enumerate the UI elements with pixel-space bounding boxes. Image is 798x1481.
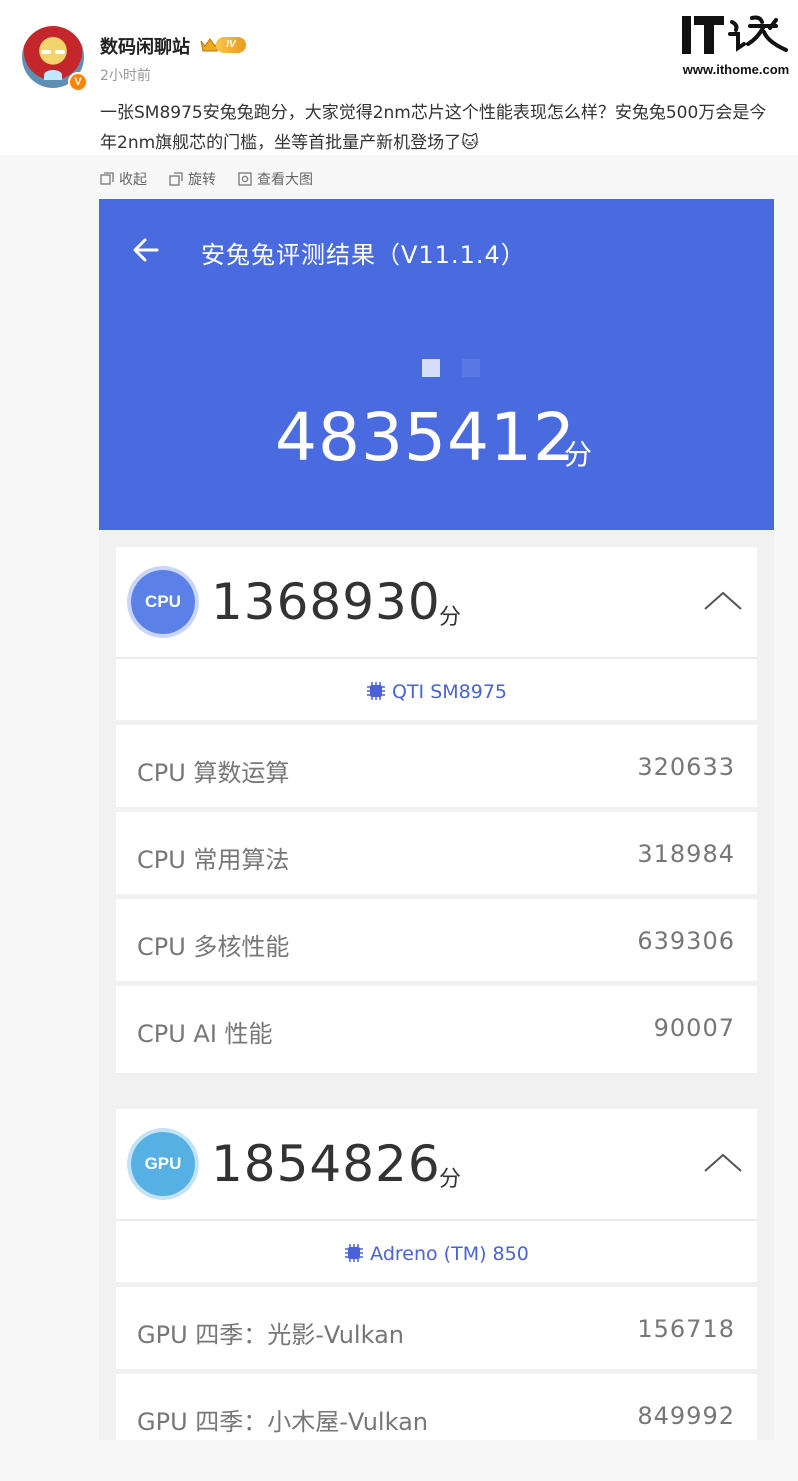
ithome-url: www.ithome.com [682,62,790,77]
page-indicator-active [422,359,440,377]
username[interactable]: 数码闲聊站 [100,33,190,59]
cpu-card-header[interactable]: CPU 1368930 分 [116,547,757,659]
back-arrow-icon[interactable] [131,235,161,265]
row-value: 90007 [653,1014,735,1042]
gpu-card-header[interactable]: GPU 1854826 分 [116,1109,757,1221]
avatar-eye [55,50,65,54]
total-score-unit: 分 [564,438,593,471]
row-value: 156718 [637,1315,735,1343]
row-label: CPU 算数运算 [137,759,290,787]
chip-icon [366,682,385,700]
rotate-icon [169,172,183,186]
cpu-row: CPU AI 性能 90007 [116,986,757,1073]
cpu-row: CPU 常用算法 318984 [116,812,757,899]
image-toolbar: 收起 旋转 查看大图 [100,168,313,190]
view-large-label: 查看大图 [257,172,313,188]
row-label: CPU 多核性能 [137,933,290,961]
cpu-card: CPU 1368930 分 QTI SM8975 CPU 算数运算 320633… [116,547,757,1073]
verified-badge: V [68,72,88,92]
row-value: 318984 [637,840,735,868]
rotate-button[interactable]: 旋转 [169,168,216,190]
chip-icon [345,1244,364,1262]
total-score: 4835412 [275,399,576,476]
cpu-chip-row: QTI SM8975 [116,659,757,725]
cpu-score: 1368930 [211,573,441,631]
benchmark-screenshot: 安兔兔评测结果（V11.1.4） 4835412 分 CPU 1368930 分… [99,199,774,1440]
cpu-chip-name: QTI SM8975 [391,681,507,703]
gpu-row: GPU 四季：小木屋-Vulkan 849992 [116,1374,757,1440]
page-indicator-inactive [462,359,480,377]
gpu-badge: GPU [131,1132,195,1196]
collapse-label: 收起 [119,172,147,188]
benchmark-header: 安兔兔评测结果（V11.1.4） 4835412 分 [99,199,774,530]
ithome-logo [682,15,788,54]
cpu-row: CPU 算数运算 320633 [116,725,757,812]
gpu-score: 1854826 [211,1135,441,1193]
gpu-chip-name: Adreno (TM) 850 [370,1243,529,1265]
gpu-row: GPU 四季：光影-Vulkan 156718 [116,1287,757,1374]
gpu-card: GPU 1854826 分 Adreno (TM) 850 GPU 四季：光影-… [116,1109,757,1440]
level-badge: IV [216,37,246,53]
avatar-eye [41,50,51,54]
collapse-icon [100,172,114,185]
gpu-score-unit: 分 [439,1167,462,1192]
row-label: CPU 常用算法 [137,846,290,874]
chevron-up-icon[interactable] [703,1151,743,1175]
cpu-row: CPU 多核性能 639306 [116,899,757,986]
row-label: GPU 四季：小木屋-Vulkan [137,1408,428,1436]
rotate-label: 旋转 [188,172,216,188]
collapse-button[interactable]: 收起 [100,168,147,190]
avatar-reactor [44,70,62,80]
post-timestamp[interactable]: 2小时前 [100,65,151,85]
row-label: CPU AI 性能 [137,1020,273,1048]
chevron-up-icon[interactable] [703,589,743,613]
magnify-icon [238,172,252,186]
row-value: 849992 [637,1402,735,1430]
row-label: GPU 四季：光影-Vulkan [137,1321,404,1349]
view-large-button[interactable]: 查看大图 [238,168,313,190]
gpu-chip-row: Adreno (TM) 850 [116,1221,757,1287]
cpu-score-unit: 分 [439,605,462,630]
cpu-badge: CPU [131,570,195,634]
benchmark-title: 安兔兔评测结果（V11.1.4） [201,241,526,269]
post-text: 一张SM8975安兔兔跑分，大家觉得2nm芯片这个性能表现怎么样？安兔兔500万… [100,103,767,153]
row-value: 320633 [637,753,735,781]
row-value: 639306 [637,927,735,955]
